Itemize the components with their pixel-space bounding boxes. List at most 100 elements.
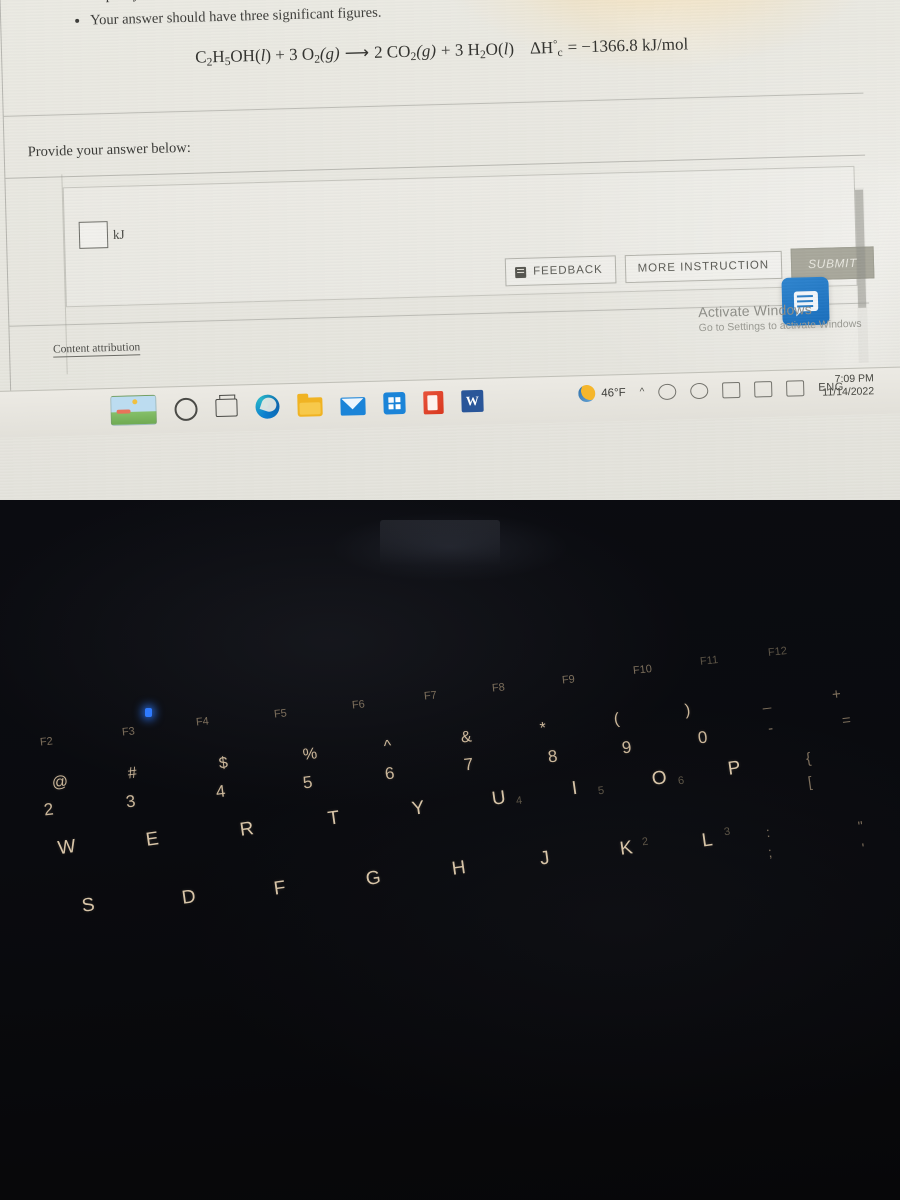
key-right-paren-symbol[interactable]: ) [684, 702, 691, 721]
key-at-symbol[interactable]: @ [51, 773, 69, 793]
key-quote[interactable]: " [857, 818, 864, 835]
key-9[interactable]: 9 [621, 737, 633, 758]
watermark-subtitle: Go to Settings to activate Windows [698, 317, 862, 335]
weather-widget-icon[interactable] [110, 394, 157, 426]
key-semicolon[interactable]: ; [767, 844, 773, 860]
key-g[interactable]: G [365, 867, 383, 891]
more-instruction-label: MORE INSTRUCTION [637, 259, 770, 275]
key-left-brace[interactable]: { [805, 750, 812, 768]
content-attribution-link[interactable]: Content attribution [52, 341, 141, 358]
key-0[interactable]: 0 [697, 727, 709, 748]
key-f[interactable]: F [273, 877, 288, 900]
key-f9[interactable]: F9 [561, 673, 575, 686]
key-r[interactable]: R [239, 818, 256, 842]
eq-part: O( [485, 39, 504, 59]
question-bullets: Report your answer in scientific notatio… [71, 0, 710, 37]
eq-state: (g) [415, 41, 437, 61]
key-f6[interactable]: F6 [351, 698, 365, 711]
key-f2[interactable]: F2 [39, 735, 53, 748]
key-asterisk-symbol[interactable]: * [539, 720, 547, 739]
key-f10[interactable]: F10 [632, 663, 652, 677]
network-icon[interactable] [658, 383, 677, 400]
key-7[interactable]: 7 [463, 754, 475, 775]
key-f4[interactable]: F4 [195, 715, 209, 728]
key-apostrophe[interactable]: ' [861, 840, 866, 856]
answer-input-card: kJ [62, 165, 858, 308]
task-view-icon[interactable] [215, 398, 238, 418]
key-dollar-symbol[interactable]: $ [218, 755, 229, 774]
microsoft-store-icon[interactable] [383, 391, 406, 415]
key-minus[interactable]: - [767, 720, 774, 737]
key-left-bracket[interactable]: [ [807, 774, 813, 791]
eq-arrow: ⟶ [344, 42, 370, 63]
battery-icon[interactable] [722, 381, 741, 398]
key-h[interactable]: H [451, 857, 468, 881]
key-6[interactable]: 6 [384, 763, 396, 784]
answer-input[interactable] [78, 221, 109, 249]
more-instruction-button[interactable]: MORE INSTRUCTION [624, 250, 783, 284]
activate-windows-watermark: Activate Windows Go to Settings to activ… [698, 300, 862, 334]
key-i[interactable]: I [570, 778, 578, 801]
key-e[interactable]: E [145, 828, 161, 852]
numpad-overlay-4: 4 [515, 794, 523, 808]
taskbar-icon-group: W [110, 386, 484, 426]
key-w[interactable]: W [57, 836, 78, 860]
eq-part: H [212, 46, 225, 67]
answer-unit-label: kJ [112, 226, 125, 242]
key-l[interactable]: L [701, 829, 715, 852]
section-divider-top [3, 92, 864, 117]
feedback-button[interactable]: FEEDBACK [504, 255, 617, 287]
key-percent-symbol[interactable]: % [302, 745, 318, 765]
onedrive-icon[interactable] [690, 382, 709, 399]
sound-icon[interactable] [786, 379, 805, 397]
key-k[interactable]: K [619, 837, 635, 861]
key-underscore-symbol[interactable]: _ [761, 693, 771, 711]
key-j[interactable]: J [539, 847, 551, 870]
key-t[interactable]: T [327, 807, 342, 830]
edge-browser-icon[interactable] [255, 394, 280, 420]
eq-part: 2 CO [373, 41, 411, 62]
eq-part: OH( [230, 45, 261, 66]
key-hash-symbol[interactable]: # [127, 765, 138, 784]
chevron-up-icon[interactable]: ^ [640, 386, 645, 397]
numpad-overlay-5: 5 [597, 784, 605, 798]
office-icon[interactable] [423, 390, 444, 414]
key-4[interactable]: 4 [215, 781, 227, 802]
search-icon[interactable] [174, 397, 198, 421]
volume-icon[interactable] [754, 380, 773, 398]
key-f12[interactable]: F12 [767, 645, 787, 659]
taskbar-clock[interactable]: 7:09 PM 11/14/2022 [822, 372, 874, 400]
key-equals[interactable]: = [841, 712, 852, 730]
key-f11[interactable]: F11 [699, 654, 718, 668]
key-s[interactable]: S [81, 894, 97, 918]
key-f8[interactable]: F8 [491, 681, 505, 694]
key-colon[interactable]: : [765, 824, 771, 840]
key-f7[interactable]: F7 [423, 689, 437, 702]
numpad-overlay-6: 6 [677, 774, 685, 788]
key-8[interactable]: 8 [547, 746, 559, 767]
key-caret-symbol[interactable]: ^ [383, 738, 393, 757]
key-f3[interactable]: F3 [121, 725, 135, 738]
key-ampersand-symbol[interactable]: & [460, 728, 473, 747]
key-left-paren-symbol[interactable]: ( [613, 711, 620, 730]
key-2[interactable]: 2 [43, 799, 55, 820]
tray-temperature: 46°F [601, 386, 626, 400]
key-plus-symbol[interactable]: + [831, 686, 842, 704]
key-d[interactable]: D [181, 886, 198, 910]
key-3[interactable]: 3 [125, 791, 137, 812]
tray-weather[interactable]: 46°F [578, 384, 626, 403]
key-y[interactable]: Y [411, 797, 427, 821]
key-u[interactable]: U [491, 787, 508, 811]
system-tray: 46°F ^ ENG [578, 378, 844, 403]
key-p[interactable]: P [727, 757, 743, 781]
key-o[interactable]: O [651, 767, 669, 791]
key-5[interactable]: 5 [302, 772, 314, 793]
file-explorer-icon[interactable] [297, 397, 323, 417]
mail-icon[interactable] [340, 396, 366, 416]
eq-delta-h: ΔH [529, 37, 554, 58]
key-f5[interactable]: F5 [273, 707, 287, 720]
provide-answer-label: Provide your answer below: [27, 139, 191, 161]
word-icon[interactable]: W [461, 389, 484, 413]
eq-part: C [194, 47, 207, 67]
eq-part: ) [508, 39, 515, 59]
